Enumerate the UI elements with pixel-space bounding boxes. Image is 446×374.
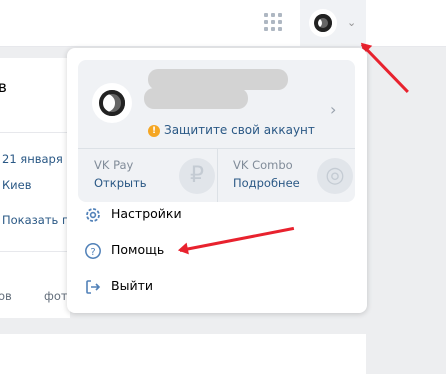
- profile-page-card: в 21 января Киев Показать п ов фот: [0, 58, 70, 318]
- menu-item-help[interactable]: ? Помощь: [67, 233, 367, 269]
- account-card[interactable]: ! Защитите свой аккаунт › VK Pay Открыть…: [78, 60, 355, 202]
- top-bar: ⌄: [0, 0, 446, 47]
- help-icon: ?: [84, 242, 102, 260]
- redacted-name: [148, 69, 288, 90]
- profile-dropdown-menu: ! Защитите свой аккаунт › VK Pay Открыть…: [67, 48, 367, 313]
- menu-item-logout[interactable]: Выйти: [67, 269, 367, 305]
- vk-combo-more-link[interactable]: Подробнее: [233, 176, 300, 190]
- ruble-icon: ₽: [179, 158, 215, 194]
- divider: [217, 148, 218, 202]
- page-block: [0, 334, 366, 374]
- avatar: [92, 83, 132, 123]
- menu-item-label: Помощь: [111, 242, 165, 257]
- combo-icon: ◎: [317, 158, 353, 194]
- apps-grid-icon[interactable]: [264, 13, 284, 33]
- logout-icon: [84, 278, 102, 296]
- vk-combo-title: VK Combo: [233, 158, 293, 172]
- profile-menu-button[interactable]: ⌄: [300, 0, 366, 46]
- svg-text:?: ?: [90, 247, 95, 258]
- divider: [0, 132, 70, 133]
- profile-name-fragment: в: [0, 78, 7, 96]
- vk-pay-title: VK Pay: [94, 158, 134, 172]
- menu-item-label: Настройки: [111, 206, 182, 221]
- show-more-link[interactable]: Показать п: [2, 213, 70, 227]
- warning-icon: !: [148, 125, 160, 137]
- chevron-down-icon: ⌄: [347, 16, 357, 29]
- divider: [0, 251, 70, 252]
- menu-item-label: Выйти: [111, 278, 153, 293]
- birthday-value[interactable]: 21 января: [2, 152, 63, 166]
- vk-pay-open-link[interactable]: Открыть: [94, 176, 147, 190]
- tab-friends-fragment[interactable]: ов: [0, 289, 12, 303]
- tab-photos-fragment[interactable]: фот: [44, 289, 68, 303]
- avatar: [309, 9, 337, 37]
- redacted-id: [144, 88, 248, 109]
- gear-icon: [84, 206, 102, 224]
- chevron-right-icon: ›: [330, 100, 337, 119]
- menu-item-settings[interactable]: Настройки: [67, 197, 367, 233]
- secure-account-link[interactable]: Защитите свой аккаунт: [164, 123, 315, 137]
- annotation-arrow-avatar: [360, 43, 409, 94]
- city-value[interactable]: Киев: [2, 178, 32, 192]
